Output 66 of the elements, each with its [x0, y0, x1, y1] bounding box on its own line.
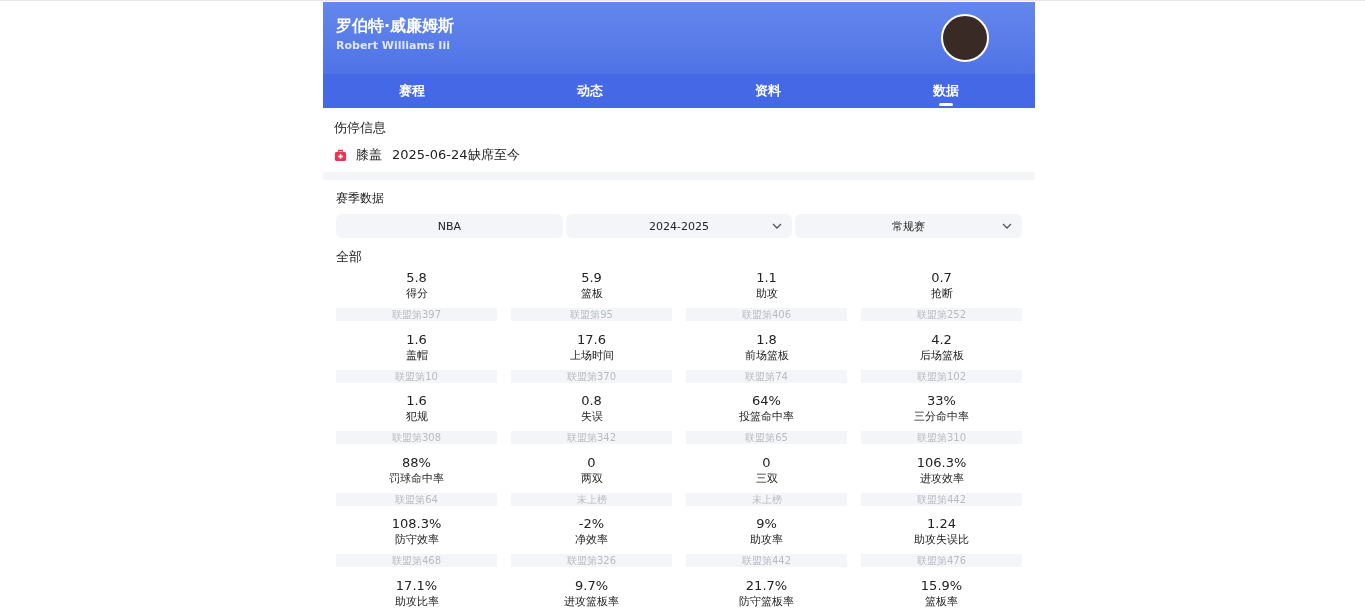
stat-value: 9%: [756, 516, 777, 532]
chevron-down-icon: [1002, 223, 1012, 229]
stat-label: 抢断: [930, 286, 953, 302]
stat-value: 108.3%: [391, 516, 442, 532]
tab[interactable]: 资料: [679, 74, 857, 108]
stat-value: 17.6: [577, 331, 606, 348]
stat-value: 5.8: [406, 270, 427, 286]
stat-value: 0: [587, 454, 596, 471]
stat-value: -2%: [578, 516, 605, 532]
stat-label: 上场时间: [569, 347, 614, 364]
stat-label: 三双: [755, 470, 778, 487]
stat-label: 进攻效率: [919, 470, 964, 487]
stat-label: 助攻: [755, 286, 778, 302]
stat-label: 防守篮板率: [739, 593, 794, 610]
stat-value: 4.2: [931, 331, 952, 348]
stat-value: 0: [762, 454, 771, 471]
avatar-placeholder: [941, 14, 989, 62]
stat-value: 88%: [402, 454, 431, 471]
filter-select[interactable]: 2024-2025: [565, 214, 793, 238]
stat-value: 1.24: [927, 516, 956, 532]
stat-label: 后场篮板: [919, 347, 964, 364]
stat-label: 助攻率: [750, 532, 783, 548]
section-title: 伤停信息: [334, 119, 387, 137]
stat-label: 失误: [580, 409, 603, 425]
player-name: 罗伯特·威廉姆斯: [336, 16, 455, 37]
stat-label: 犯规: [405, 409, 428, 425]
stat-label: 罚球命中率: [389, 470, 444, 487]
injury-status: 2025-06-24缺席至今: [392, 146, 520, 164]
stat-value: 1.6: [406, 393, 427, 409]
section-title: 赛季数据: [336, 190, 385, 207]
stat-value: 0.7: [931, 270, 952, 286]
tab[interactable]: 数据: [857, 74, 1035, 108]
stat-value: 17.1%: [395, 577, 438, 594]
group-label: 全部: [336, 248, 363, 266]
stat-label: 投篮命中率: [739, 409, 794, 425]
stat-label: 净效率: [575, 532, 608, 548]
stat-value: 1.1: [756, 270, 777, 286]
filter-select[interactable]: 常规赛: [795, 214, 1022, 238]
stat-value: 15.9%: [920, 577, 963, 594]
stat-label: 进攻篮板率: [564, 593, 619, 610]
player-name-english: Robert Williams Iii: [336, 39, 451, 52]
stat-label: 篮板: [580, 286, 603, 302]
stat-label: 篮板率: [925, 593, 958, 610]
stat-value: 21.7%: [745, 577, 788, 594]
stat-value: 1.6: [406, 331, 427, 348]
injury-part: 膝盖: [356, 146, 382, 164]
stat-value: 1.8: [756, 331, 777, 348]
stat-value: 0.8: [581, 393, 602, 409]
stat-value: 33%: [927, 393, 956, 409]
stat-label: 防守效率: [394, 532, 439, 548]
tab[interactable]: 赛程: [323, 74, 501, 108]
stat-value: 9.7%: [575, 577, 608, 594]
stat-label: 助攻比率: [394, 593, 439, 610]
stat-label: 三分命中率: [914, 409, 969, 425]
chevron-down-icon: [772, 223, 783, 229]
filter-select[interactable]: NBA: [336, 214, 563, 238]
stat-label: 盖帽: [405, 347, 428, 364]
stat-label: 两双: [580, 470, 603, 487]
stat-value: 64%: [752, 393, 781, 409]
stat-label: 得分: [405, 286, 428, 302]
stat-label: 前场篮板: [744, 347, 789, 364]
stat-label: 助攻失误比: [914, 532, 969, 548]
stat-value: 5.9: [581, 270, 602, 286]
stat-value: 106.3%: [916, 454, 967, 471]
tab[interactable]: 动态: [501, 74, 679, 108]
medical-bag-icon: [334, 148, 347, 162]
